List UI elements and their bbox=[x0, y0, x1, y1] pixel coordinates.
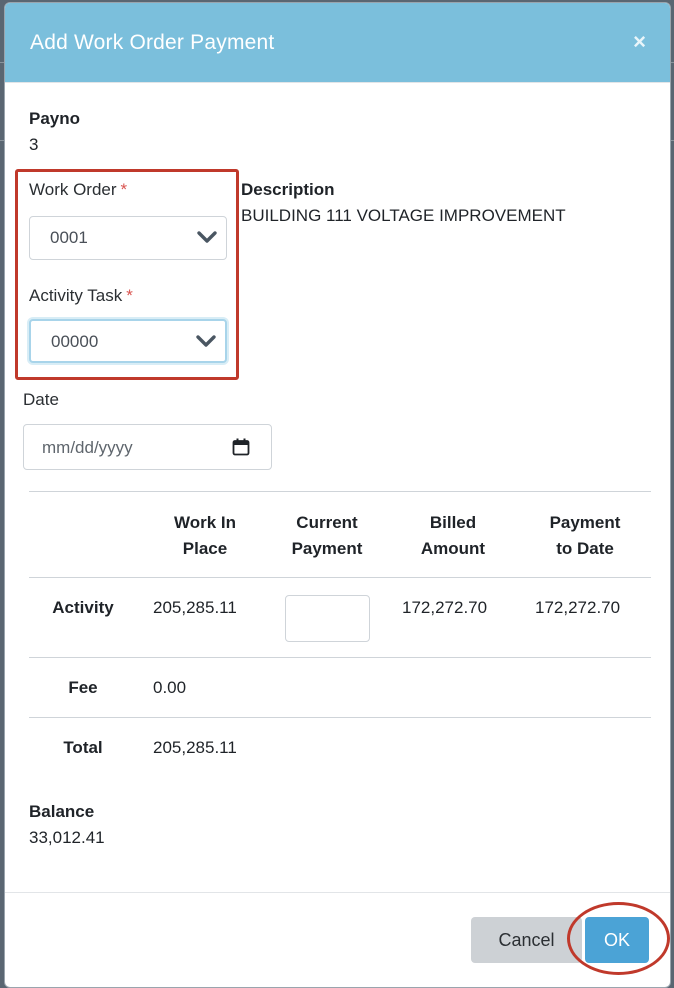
description-label: Description bbox=[241, 180, 335, 199]
row-label-total: Total bbox=[63, 738, 103, 757]
header-payment-to-date: Payment to Date bbox=[549, 513, 621, 558]
current-payment-input[interactable] bbox=[285, 595, 370, 642]
activity-work-in-place: 205,285.11 bbox=[153, 598, 237, 617]
close-icon[interactable]: × bbox=[633, 29, 646, 55]
date-label: Date bbox=[23, 390, 59, 409]
activity-payment-to-date: 172,272.70 bbox=[535, 598, 621, 617]
header-current-payment: Current Payment bbox=[291, 513, 363, 558]
highlight-ellipse bbox=[567, 902, 670, 975]
cancel-button[interactable]: Cancel bbox=[471, 917, 582, 963]
modal-title: Add Work Order Payment bbox=[30, 31, 275, 54]
payno-value: 3 bbox=[29, 135, 39, 154]
header-work-in-place: Work In Place bbox=[173, 513, 237, 558]
modal-header: Add Work Order Payment × bbox=[5, 3, 670, 82]
total-work-in-place: 205,285.11 bbox=[153, 738, 237, 757]
activity-billed-amount: 172,272.70 bbox=[402, 598, 488, 617]
add-work-order-payment-modal: Add Work Order Payment × Payno 3 Work Or… bbox=[4, 2, 671, 988]
payno-label: Payno bbox=[29, 109, 81, 128]
row-label-fee: Fee bbox=[68, 678, 98, 697]
highlight-box bbox=[15, 169, 239, 380]
description-value: BUILDING 111 VOLTAGE IMPROVEMENT bbox=[241, 206, 566, 225]
date-input[interactable]: mm/dd/yyyy bbox=[23, 424, 272, 470]
calendar-icon[interactable] bbox=[232, 438, 250, 456]
header-billed-amount: Billed Amount bbox=[420, 513, 486, 558]
date-placeholder: mm/dd/yyyy bbox=[42, 438, 133, 457]
fee-work-in-place: 0.00 bbox=[153, 678, 187, 697]
balance-value: 33,012.41 bbox=[29, 828, 105, 847]
row-label-activity: Activity bbox=[52, 598, 114, 617]
balance-label: Balance bbox=[29, 802, 95, 821]
